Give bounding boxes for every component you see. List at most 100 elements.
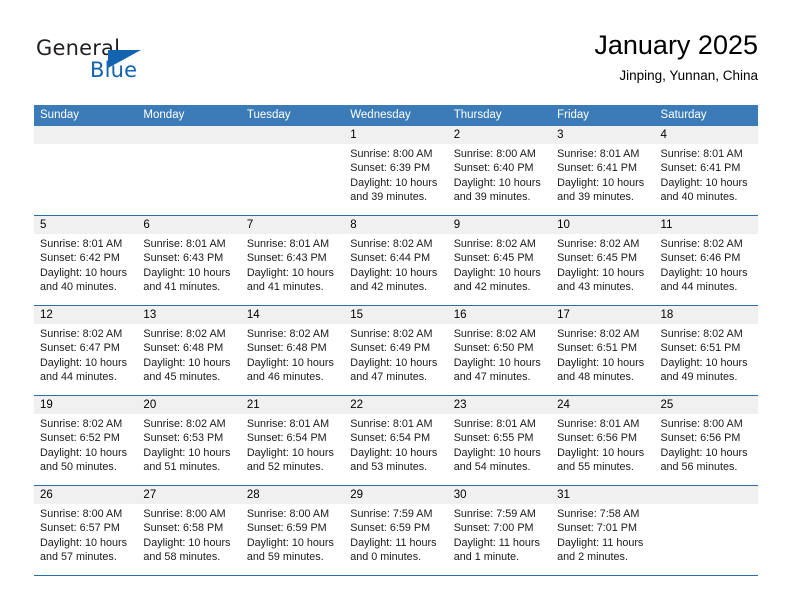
sunset-text: Sunset: 6:43 PM (143, 252, 224, 265)
day-cell-21[interactable]: 21 Sunrise: 8:01 AM Sunset: 6:54 PM Dayligh… (240, 396, 345, 485)
day-details: Sunrise: 8:01 AM Sunset: 6:42 PM Daylight:… (34, 234, 137, 294)
daylight-text: Daylight: 10 hours and 53 minutes. (350, 446, 438, 473)
daylight-text: Daylight: 10 hours and 54 minutes. (453, 446, 541, 473)
weekday-header-thursday: Thursday (453, 109, 502, 121)
day-details: Sunrise: 8:00 AM Sunset: 6:57 PM Daylight:… (34, 504, 137, 564)
day-cell-26[interactable]: 26 Sunrise: 8:00 AM Sunset: 6:57 PM Dayligh… (34, 486, 138, 575)
day-details: Sunrise: 8:01 AM Sunset: 6:43 PM Daylight:… (241, 234, 344, 294)
day-cell-empty (654, 486, 758, 575)
day-cell-11[interactable]: 11 Sunrise: 8:02 AM Sunset: 6:46 PM Dayligh… (654, 216, 758, 305)
day-cell-28[interactable]: 28 Sunrise: 8:00 AM Sunset: 6:59 PM Dayligh… (240, 486, 345, 575)
sunrise-text: Sunrise: 8:00 AM (143, 508, 226, 520)
day-number: 19 (34, 396, 138, 414)
day-cell-7[interactable]: 7 Sunrise: 8:01 AM Sunset: 6:43 PM Daylight… (240, 216, 345, 305)
day-details: Sunrise: 8:01 AM Sunset: 6:43 PM Daylight:… (137, 234, 240, 294)
day-cell-22[interactable]: 22 Sunrise: 8:01 AM Sunset: 6:54 PM Dayligh… (344, 396, 448, 485)
sunset-text: Sunset: 6:48 PM (246, 342, 327, 355)
sunset-text: Sunset: 7:01 PM (557, 522, 637, 535)
day-cell-17[interactable]: 17 Sunrise: 8:02 AM Sunset: 6:51 PM Dayligh… (551, 306, 655, 395)
daylight-text: Daylight: 10 hours and 59 minutes. (246, 536, 334, 563)
day-cell-30[interactable]: 30 Sunrise: 7:59 AM Sunset: 7:00 PM Dayligh… (447, 486, 552, 575)
sunset-text: Sunset: 6:40 PM (453, 162, 534, 175)
day-cell-19[interactable]: 19 Sunrise: 8:02 AM Sunset: 6:52 PM Dayligh… (34, 396, 138, 485)
day-cell-6[interactable]: 6 Sunrise: 8:01 AM Sunset: 6:43 PM Daylight… (137, 216, 241, 305)
daylight-text: Daylight: 10 hours and 57 minutes. (40, 536, 128, 563)
day-cell-12[interactable]: 12 Sunrise: 8:02 AM Sunset: 6:47 PM Dayligh… (34, 306, 138, 395)
daylight-text: Daylight: 11 hours and 1 minute. (453, 536, 540, 563)
day-cell-24[interactable]: 24 Sunrise: 8:01 AM Sunset: 6:56 PM Dayligh… (551, 396, 655, 485)
day-number: 12 (34, 306, 138, 324)
daylight-text: Daylight: 10 hours and 58 minutes. (143, 536, 231, 563)
day-cell-8[interactable]: 8 Sunrise: 8:02 AM Sunset: 6:44 PM Daylight… (344, 216, 448, 305)
daylight-text: Daylight: 10 hours and 40 minutes. (40, 266, 128, 293)
sunrise-text: Sunrise: 8:02 AM (143, 328, 226, 340)
day-details: Sunrise: 8:02 AM Sunset: 6:52 PM Daylight:… (34, 414, 137, 474)
sunrise-text: Sunrise: 7:59 AM (350, 508, 433, 520)
weekday-header-tuesday: Tuesday (246, 109, 291, 121)
day-cell-2[interactable]: 2 Sunrise: 8:00 AM Sunset: 6:40 PM Daylight… (447, 126, 552, 215)
calendar-week-row: 19 Sunrise: 8:02 AM Sunset: 6:52 PM Dayligh… (34, 396, 758, 486)
page-title: January 2025 (594, 30, 758, 60)
day-number: 20 (137, 396, 241, 414)
day-number: 26 (34, 486, 138, 504)
day-number: 11 (654, 216, 758, 234)
day-cell-31[interactable]: 31 Sunrise: 7:58 AM Sunset: 7:01 PM Dayligh… (551, 486, 655, 575)
day-cell-4[interactable]: 4 Sunrise: 8:01 AM Sunset: 6:41 PM Daylight… (654, 126, 758, 215)
day-details: Sunrise: 8:02 AM Sunset: 6:49 PM Daylight:… (344, 324, 447, 384)
day-details: Sunrise: 8:02 AM Sunset: 6:51 PM Daylight:… (655, 324, 758, 384)
daylight-text: Daylight: 10 hours and 55 minutes. (557, 446, 645, 473)
day-number: 2 (447, 126, 552, 144)
weekday-header-sunday: Sunday (40, 109, 80, 121)
sunset-text: Sunset: 6:46 PM (660, 252, 741, 265)
day-cell-29[interactable]: 29 Sunrise: 7:59 AM Sunset: 6:59 PM Dayligh… (344, 486, 448, 575)
day-cell-27[interactable]: 27 Sunrise: 8:00 AM Sunset: 6:58 PM Dayligh… (137, 486, 241, 575)
day-cell-14[interactable]: 14 Sunrise: 8:02 AM Sunset: 6:48 PM Dayligh… (240, 306, 345, 395)
sunset-text: Sunset: 6:58 PM (143, 522, 224, 535)
sunset-text: Sunset: 6:50 PM (453, 342, 534, 355)
sunset-text: Sunset: 6:56 PM (660, 432, 741, 445)
day-number: 14 (240, 306, 345, 324)
sunset-text: Sunset: 6:56 PM (557, 432, 637, 445)
daylight-text: Daylight: 10 hours and 39 minutes. (453, 176, 541, 203)
sunrise-text: Sunrise: 8:02 AM (453, 238, 536, 250)
day-number: 23 (447, 396, 552, 414)
daylight-text: Daylight: 10 hours and 39 minutes. (350, 176, 438, 203)
sunset-text: Sunset: 6:41 PM (660, 162, 741, 175)
title-block: January 2025 Jinping, Yunnan, China (594, 28, 758, 86)
weekday-header-wednesday: Wednesday (350, 109, 411, 121)
day-number: 30 (447, 486, 552, 504)
sunrise-text: Sunrise: 8:01 AM (246, 238, 330, 250)
sunset-text: Sunset: 6:54 PM (350, 432, 431, 445)
day-cell-empty (34, 126, 138, 215)
daylight-text: Daylight: 10 hours and 56 minutes. (660, 446, 748, 473)
sunset-text: Sunset: 6:45 PM (557, 252, 637, 265)
day-cell-20[interactable]: 20 Sunrise: 8:02 AM Sunset: 6:53 PM Dayligh… (137, 396, 241, 485)
day-details: Sunrise: 8:01 AM Sunset: 6:54 PM Daylight:… (344, 414, 447, 474)
daylight-text: Daylight: 10 hours and 39 minutes. (557, 176, 645, 203)
day-cell-18[interactable]: 18 Sunrise: 8:02 AM Sunset: 6:51 PM Dayligh… (654, 306, 758, 395)
day-number: 4 (654, 126, 758, 144)
day-cell-1[interactable]: 1 Sunrise: 8:00 AM Sunset: 6:39 PM Daylight… (344, 126, 448, 215)
day-cell-16[interactable]: 16 Sunrise: 8:02 AM Sunset: 6:50 PM Dayligh… (447, 306, 552, 395)
day-cell-3[interactable]: 3 Sunrise: 8:01 AM Sunset: 6:41 PM Daylight… (551, 126, 655, 215)
weekday-header-saturday: Saturday (660, 109, 707, 121)
day-cell-5[interactable]: 5 Sunrise: 8:01 AM Sunset: 6:42 PM Daylight… (34, 216, 138, 305)
day-details: Sunrise: 7:59 AM Sunset: 7:00 PM Daylight:… (448, 504, 551, 564)
day-details: Sunrise: 8:02 AM Sunset: 6:48 PM Daylight:… (241, 324, 344, 384)
day-cell-23[interactable]: 23 Sunrise: 8:01 AM Sunset: 6:55 PM Dayligh… (447, 396, 552, 485)
brand-logo[interactable]: General Blue (34, 36, 234, 92)
daylight-text: Daylight: 10 hours and 48 minutes. (557, 356, 645, 383)
day-cell-9[interactable]: 9 Sunrise: 8:02 AM Sunset: 6:45 PM Daylight… (447, 216, 552, 305)
day-number: 27 (137, 486, 241, 504)
sunrise-text: Sunrise: 8:01 AM (40, 238, 123, 250)
day-number: 8 (344, 216, 448, 234)
day-details: Sunrise: 8:01 AM Sunset: 6:41 PM Daylight:… (655, 144, 758, 204)
day-cell-10[interactable]: 10 Sunrise: 8:02 AM Sunset: 6:45 PM Dayligh… (551, 216, 655, 305)
day-cell-13[interactable]: 13 Sunrise: 8:02 AM Sunset: 6:48 PM Dayligh… (137, 306, 241, 395)
sunset-text: Sunset: 6:43 PM (246, 252, 327, 265)
calendar-week-row: 26 Sunrise: 8:00 AM Sunset: 6:57 PM Dayligh… (34, 486, 758, 576)
day-cell-15[interactable]: 15 Sunrise: 8:02 AM Sunset: 6:49 PM Dayligh… (344, 306, 448, 395)
sunset-text: Sunset: 6:55 PM (453, 432, 534, 445)
sunrise-text: Sunrise: 8:02 AM (453, 328, 536, 340)
day-cell-25[interactable]: 25 Sunrise: 8:00 AM Sunset: 6:56 PM Dayligh… (654, 396, 758, 485)
